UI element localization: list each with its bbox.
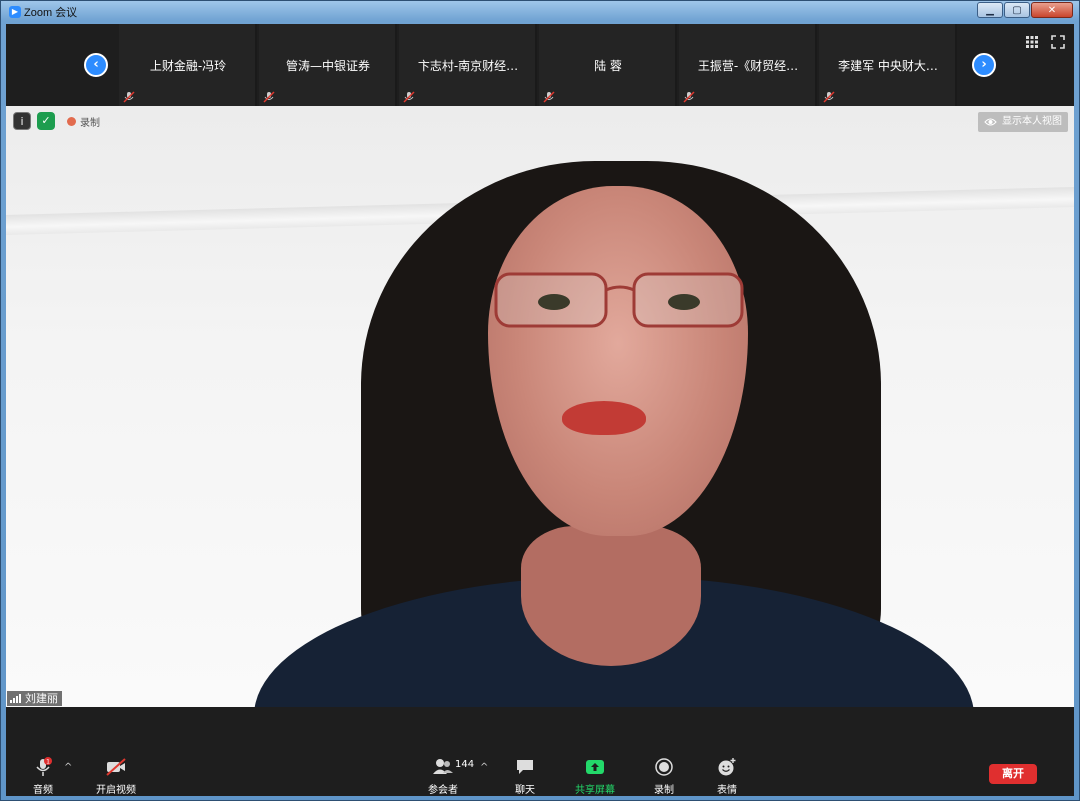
self-view-label: 显示本人视图 (1002, 116, 1062, 127)
record-button[interactable]: 录制 (634, 757, 694, 796)
participant-name: 管涛—中银证券 (285, 59, 370, 73)
chevron-right-icon[interactable]: › (972, 53, 996, 77)
signal-bars-icon (10, 694, 21, 703)
audio-options-caret-icon[interactable]: ^ (64, 762, 72, 773)
audio-badge: 1 (46, 759, 50, 766)
participant-name: 陆 蓉 (594, 59, 622, 73)
participants-label: 参会者 (428, 785, 458, 796)
speaker-mouth (562, 401, 646, 435)
zoom-window: ▶ Zoom 会议 ▁ ▢ ✕ ‹ 上财金融-冯玲 管涛—中银证券 卞志村-南京… (0, 0, 1080, 801)
smiley-plus-icon (718, 758, 736, 776)
share-screen-label: 共享屏幕 (575, 785, 615, 796)
start-video-label: 开启视频 (96, 785, 136, 796)
maximize-button[interactable]: ▢ (1004, 2, 1030, 18)
participant-tile[interactable]: 李建军 中央财大… (819, 24, 957, 106)
video-off-icon (106, 758, 126, 776)
participants-options-caret-icon[interactable]: ^ (480, 762, 488, 773)
muted-mic-icon (403, 91, 415, 103)
chevron-left-icon[interactable]: ‹ (84, 53, 108, 77)
meeting-toolbar: 1 音频 ^ 开启视频 参会者 144 ^ 聊天 共享屏幕 录制 表情 离开 (6, 707, 1074, 796)
speaker-neck (521, 526, 701, 666)
participant-name: 上财金融-冯玲 (149, 59, 227, 73)
participant-tile[interactable]: 管涛—中银证券 (259, 24, 397, 106)
muted-mic-icon (543, 91, 555, 103)
participant-tile[interactable]: 上财金融-冯玲 (119, 24, 257, 106)
share-screen-button[interactable]: 共享屏幕 (565, 757, 625, 796)
recording-label: 录制 (80, 117, 100, 129)
muted-mic-icon (123, 91, 135, 103)
participant-tile[interactable]: 陆 蓉 (539, 24, 677, 106)
speaker-glasses (494, 272, 744, 328)
record-icon (655, 758, 673, 776)
record-label: 录制 (654, 785, 674, 796)
chat-button[interactable]: 聊天 (495, 757, 555, 796)
shield-icon[interactable]: ✓ (37, 112, 55, 130)
speaker-video: i ✓ 录制 显示本人视图 刘建丽 (6, 106, 1074, 707)
participant-strip: ‹ 上财金融-冯玲 管涛—中银证券 卞志村-南京财经… 陆 蓉 王振营-《财贸经… (6, 24, 1074, 106)
zoom-app-icon: ▶ (9, 6, 21, 18)
participant-tile[interactable]: 卞志村-南京财经… (399, 24, 537, 106)
participants-icon (433, 759, 453, 774)
audio-label: 音频 (33, 785, 53, 796)
close-button[interactable]: ✕ (1031, 2, 1073, 18)
gallery-grid-icon[interactable] (1025, 35, 1039, 49)
minimize-button[interactable]: ▁ (977, 2, 1003, 18)
window-title: Zoom 会议 (24, 7, 78, 19)
leave-meeting-button[interactable]: 离开 (989, 764, 1037, 784)
chat-label: 聊天 (515, 785, 535, 796)
participant-name: 王振营-《财贸经… (697, 59, 799, 73)
info-icon[interactable]: i (13, 112, 31, 130)
chat-icon (517, 760, 533, 774)
microphone-icon: 1 (36, 757, 52, 776)
speaker-name: 刘建丽 (25, 692, 58, 705)
title-bar: ▶ Zoom 会议 ▁ ▢ ✕ (1, 1, 1079, 23)
muted-mic-icon (823, 91, 835, 103)
participant-name: 卞志村-南京财经… (417, 59, 519, 73)
muted-mic-icon (683, 91, 695, 103)
recording-dot-icon (67, 116, 76, 126)
participant-tile[interactable]: 王振营-《财贸经… (679, 24, 817, 106)
reactions-button[interactable]: 表情 (697, 757, 757, 796)
share-screen-icon (586, 760, 604, 774)
meeting-client: ‹ 上财金融-冯玲 管涛—中银证券 卞志村-南京财经… 陆 蓉 王振营-《财贸经… (6, 24, 1074, 796)
speaker-name-tag: 刘建丽 (7, 691, 62, 706)
show-self-view-button[interactable]: 显示本人视图 (978, 112, 1068, 132)
participants-count: 144 (455, 759, 475, 770)
participant-name: 李建军 中央财大… (838, 59, 938, 73)
muted-mic-icon (263, 91, 275, 103)
fullscreen-icon[interactable] (1051, 35, 1065, 49)
reactions-label: 表情 (717, 785, 737, 796)
start-video-button[interactable]: 开启视频 (86, 757, 146, 796)
eye-icon (984, 118, 997, 126)
